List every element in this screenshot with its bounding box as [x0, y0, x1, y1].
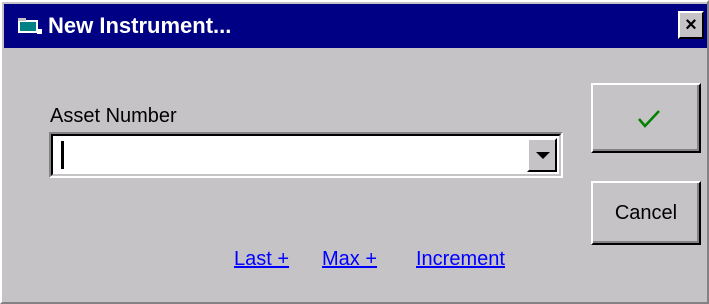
new-instrument-dialog: New Instrument... × Asset Number Cancel … [0, 0, 709, 304]
asset-number-dropdown-button[interactable] [527, 138, 557, 172]
cancel-button[interactable]: Cancel [591, 181, 701, 245]
asset-number-input[interactable] [57, 140, 517, 170]
chevron-down-icon [536, 152, 550, 159]
increment-link[interactable]: Increment [416, 247, 505, 271]
max-plus-link[interactable]: Max + [322, 247, 377, 271]
last-plus-link[interactable]: Last + [234, 247, 289, 271]
window-title: New Instrument... [48, 13, 232, 38]
asset-number-label: Asset Number [50, 105, 177, 127]
ok-button[interactable] [591, 83, 701, 153]
title-bar: New Instrument... × [4, 4, 707, 48]
checkmark-icon [637, 109, 661, 129]
close-button[interactable]: × [678, 11, 704, 39]
text-caret [61, 141, 64, 169]
asset-number-field-frame [51, 134, 561, 176]
instrument-window-icon [17, 17, 43, 35]
asset-number-combobox[interactable] [49, 132, 563, 178]
close-icon: × [685, 14, 697, 36]
